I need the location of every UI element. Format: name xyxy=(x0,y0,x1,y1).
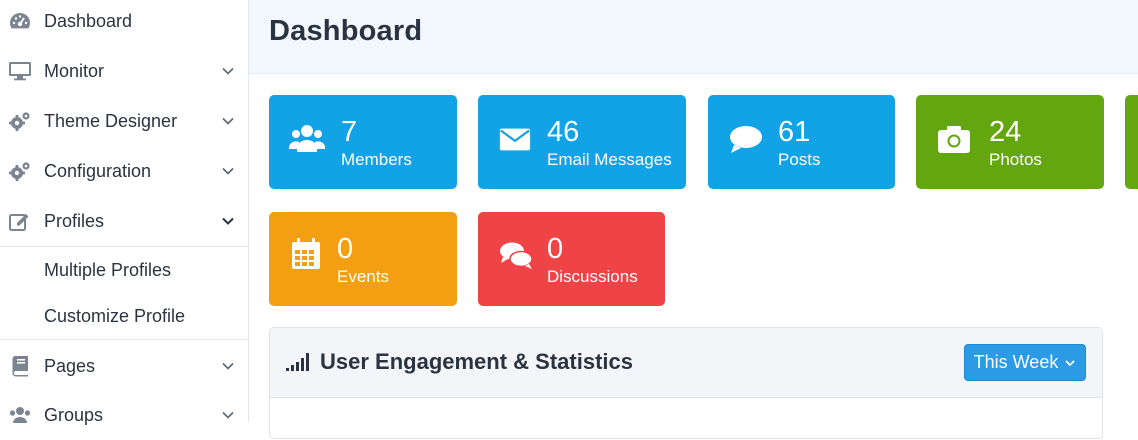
sidebar-subitem-label: Multiple Profiles xyxy=(44,259,172,280)
stat-card-email-messages[interactable]: 46 Email Messages xyxy=(478,95,686,189)
sidebar-item-groups[interactable]: Groups xyxy=(0,390,248,440)
sidebar-item-label: Groups xyxy=(44,404,104,425)
dashboard-icon xyxy=(8,9,32,33)
book-icon xyxy=(8,354,32,378)
stat-card-discussions[interactable]: 0 Discussions xyxy=(478,212,665,306)
sidebar-item-label: Theme Designer xyxy=(44,110,178,131)
sidebar-item-monitor[interactable]: Monitor xyxy=(0,46,248,96)
sidebar-subitem-multiple-profiles[interactable]: Multiple Profiles xyxy=(0,247,248,293)
stat-card-photos[interactable]: 24 Photos xyxy=(916,95,1104,189)
monitor-icon xyxy=(8,59,32,83)
stat-count: 7 xyxy=(341,116,358,148)
sidebar-item-configuration[interactable]: Configuration xyxy=(0,146,248,196)
chevron-down-icon[interactable] xyxy=(221,408,235,422)
page-title: Dashboard xyxy=(269,15,423,47)
period-dropdown-button[interactable]: This Week xyxy=(964,344,1086,381)
stat-card-members[interactable]: 7 Members xyxy=(269,95,457,189)
sidebar: Dashboard Monitor Theme Designer Configu… xyxy=(0,0,249,425)
page-header: Dashboard xyxy=(249,0,1138,74)
sidebar-item-dashboard[interactable]: Dashboard xyxy=(0,0,248,46)
comments-icon xyxy=(500,242,533,269)
camera-icon xyxy=(938,126,970,153)
sidebar-item-label: Dashboard xyxy=(44,10,133,31)
signal-bars-icon xyxy=(286,353,309,371)
stat-count: 61 xyxy=(778,116,811,148)
stat-card-partial[interactable] xyxy=(1125,95,1138,189)
sidebar-item-label: Profiles xyxy=(44,210,105,231)
edit-icon xyxy=(8,209,32,233)
sidebar-item-label: Monitor xyxy=(44,60,105,81)
panel-title: User Engagement & Statistics xyxy=(320,349,633,374)
users-icon xyxy=(289,125,325,152)
calendar-icon xyxy=(292,238,320,269)
chevron-down-icon[interactable] xyxy=(221,114,235,128)
stat-count: 24 xyxy=(989,116,1022,148)
stat-label: Email Messages xyxy=(547,150,672,169)
divider xyxy=(0,339,248,340)
stat-label: Photos xyxy=(989,150,1042,169)
sidebar-item-theme-designer[interactable]: Theme Designer xyxy=(0,96,248,146)
panel-header: User Engagement & Statistics This Week xyxy=(270,328,1102,398)
stat-card-posts[interactable]: 61 Posts xyxy=(708,95,895,189)
stat-count: 46 xyxy=(547,116,580,148)
stat-card-events[interactable]: 0 Events xyxy=(269,212,457,306)
sidebar-item-label: Configuration xyxy=(44,160,152,181)
stat-label: Events xyxy=(337,267,389,286)
sidebar-subitem-customize-profile[interactable]: Customize Profile xyxy=(0,293,248,339)
gears-icon xyxy=(8,159,32,183)
sidebar-subitem-label: Customize Profile xyxy=(44,305,186,326)
stat-label: Members xyxy=(341,150,412,169)
stat-count: 0 xyxy=(547,233,564,265)
gears-icon xyxy=(8,109,32,133)
sidebar-item-profiles[interactable]: Profiles xyxy=(0,196,248,246)
comment-icon xyxy=(730,126,762,153)
chevron-down-icon[interactable] xyxy=(221,359,235,373)
users-icon xyxy=(8,403,32,427)
engagement-panel: User Engagement & Statistics This Week xyxy=(269,327,1103,439)
stat-label: Discussions xyxy=(547,267,638,286)
chevron-down-icon[interactable] xyxy=(221,164,235,178)
chevron-down-icon xyxy=(1065,359,1075,366)
stat-label: Posts xyxy=(778,150,821,169)
sidebar-item-pages[interactable]: Pages xyxy=(0,341,248,391)
chevron-down-icon[interactable] xyxy=(221,64,235,78)
stat-count: 0 xyxy=(337,233,354,265)
chevron-down-icon[interactable] xyxy=(221,214,235,228)
envelope-icon xyxy=(499,128,531,151)
period-button-label: This Week xyxy=(973,352,1059,372)
sidebar-item-label: Pages xyxy=(44,355,96,376)
